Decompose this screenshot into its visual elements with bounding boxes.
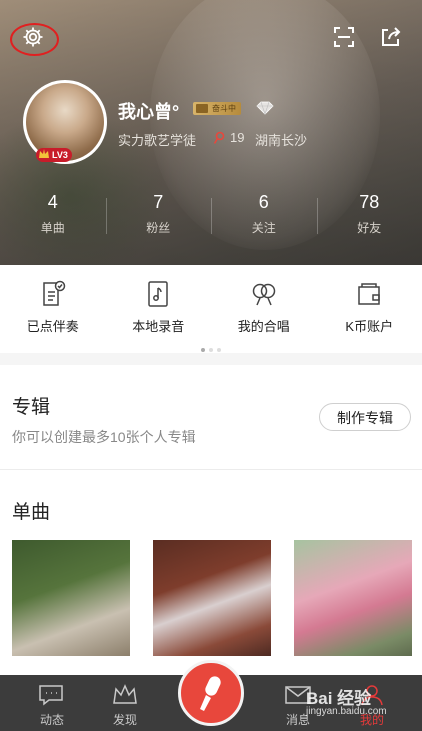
nickname: 我心曾° [118, 102, 180, 122]
chat-bubble-icon [39, 685, 63, 706]
single-cover-2[interactable] [153, 540, 271, 656]
music-file-icon [148, 281, 168, 307]
list-check-icon [43, 280, 65, 306]
share-icon[interactable] [376, 22, 406, 52]
age: 19 [230, 130, 245, 145]
tab-feed[interactable]: 动态 [22, 683, 82, 728]
stat-following[interactable]: 6 关注 [211, 192, 317, 244]
page-indicator [0, 339, 422, 357]
single-cover-3[interactable] [294, 540, 412, 656]
crown-icon [39, 149, 49, 158]
location: 湖南长沙 [255, 133, 308, 148]
chorus-icon [252, 283, 275, 306]
crown-icon [113, 684, 137, 704]
microphone-icon [200, 676, 221, 711]
singles-section: 单曲 [0, 470, 422, 675]
stat-fans[interactable]: 7 粉丝 [105, 192, 212, 244]
stats-bar: 4 单曲 7 粉丝 6 关注 78 好友 [0, 192, 422, 244]
album-description: 你可以创建最多10张个人专辑 [12, 429, 196, 445]
watermark-url: jingyan.baidu.com [306, 706, 387, 717]
singles-title: 单曲 [12, 502, 51, 523]
album-section: 专辑 你可以创建最多10张个人专辑 制作专辑 [0, 365, 422, 469]
create-album-button[interactable]: 制作专辑 [319, 403, 411, 431]
single-cover-1[interactable] [12, 540, 130, 656]
wallet-icon [358, 283, 380, 305]
level-badge: LV3 [36, 148, 72, 162]
singer-title: 实力歌艺学徒 [118, 133, 197, 148]
rank-badge[interactable]: 奋斗中 [193, 102, 241, 115]
tab-discover[interactable]: 发现 [95, 683, 155, 728]
diamond-icon[interactable] [256, 101, 274, 120]
stat-singles[interactable]: 4 单曲 [0, 192, 106, 244]
stat-friends[interactable]: 78 好友 [316, 192, 422, 244]
female-icon [213, 131, 225, 150]
settings-gear-icon[interactable] [18, 22, 48, 52]
sing-button[interactable] [178, 660, 244, 726]
album-title: 专辑 [12, 397, 51, 418]
scan-icon[interactable] [329, 22, 359, 52]
